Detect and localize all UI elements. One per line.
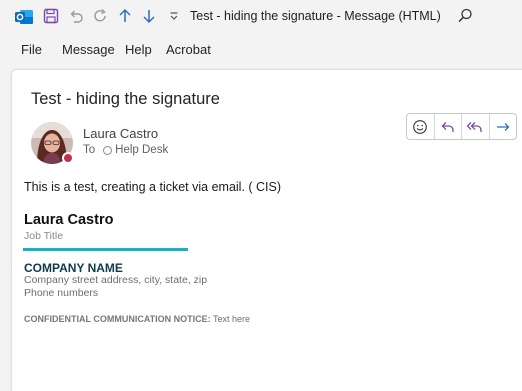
menu-acrobat[interactable]: Acrobat <box>166 42 211 57</box>
outlook-logo-icon <box>14 7 34 27</box>
menu-message[interactable]: Message <box>62 42 115 57</box>
signature-name: Laura Castro <box>24 212 114 228</box>
notice-text: Text here <box>210 314 251 324</box>
reply-all-icon[interactable] <box>462 114 490 139</box>
recipient-line: To Help Desk <box>83 144 168 156</box>
signature-address: Company street address, city, state, zip <box>24 274 208 286</box>
message-subject: Test - hiding the signature <box>31 90 220 108</box>
undo-icon[interactable] <box>67 7 85 25</box>
recipient-name[interactable]: Help Desk <box>115 144 168 156</box>
recipient-status-icon <box>103 145 113 155</box>
to-label: To <box>83 144 96 156</box>
save-icon[interactable] <box>42 7 60 25</box>
reply-icon[interactable] <box>435 114 462 139</box>
signature-job-title: Job Title <box>24 230 64 242</box>
redo-icon[interactable] <box>92 7 110 25</box>
notice-label: CONFIDENTIAL COMMUNICATION NOTICE: <box>24 314 211 324</box>
search-icon[interactable] <box>456 7 474 25</box>
arrow-up-icon[interactable] <box>116 7 134 25</box>
title-bar: Test - hiding the signature - Message (H… <box>0 0 522 34</box>
menu-file[interactable]: File <box>21 42 42 57</box>
menu-bar: File Message Help Acrobat <box>0 38 522 62</box>
customize-toolbar-icon[interactable] <box>165 7 183 25</box>
signature-notice: CONFIDENTIAL COMMUNICATION NOTICE: Text … <box>24 314 250 324</box>
presence-status-icon <box>62 152 74 164</box>
signature-phone: Phone numbers <box>24 287 99 299</box>
window-title: Test - hiding the signature - Message (H… <box>190 9 441 23</box>
forward-icon[interactable] <box>490 114 517 139</box>
signature-divider <box>23 248 188 251</box>
menu-help[interactable]: Help <box>125 42 152 57</box>
message-body: This is a test, creating a ticket via em… <box>24 180 282 194</box>
sender-name[interactable]: Laura Castro <box>83 126 158 141</box>
arrow-down-icon[interactable] <box>140 7 158 25</box>
message-actions <box>406 113 517 140</box>
signature-company: COMPANY NAME <box>24 261 123 275</box>
emoji-icon[interactable] <box>407 114 435 139</box>
